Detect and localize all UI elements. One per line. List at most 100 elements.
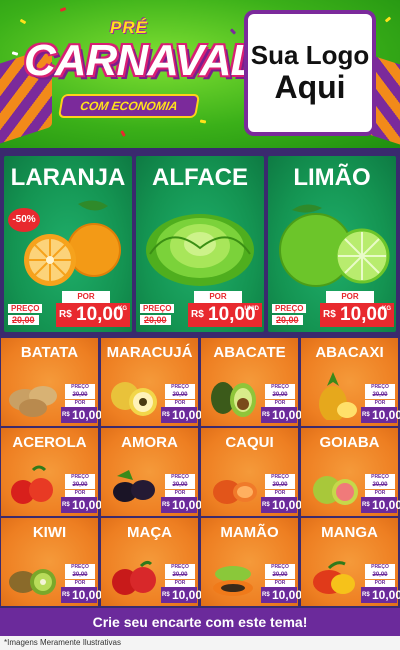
currency: R$	[162, 502, 170, 508]
currency: R$	[191, 309, 204, 320]
product-grid: BATATA PREÇO 20,00 POR R$ 10,00 MARACUJÁ PREÇO 2…	[0, 336, 400, 608]
old-price: 20,00	[165, 571, 195, 579]
product-card: MAMÃO PREÇO 20,00 POR R$ 10,00	[201, 518, 302, 606]
preco-label: PREÇO	[365, 474, 395, 481]
preco-label: PREÇO	[165, 384, 195, 391]
product-name: GOIABA	[319, 434, 380, 451]
price-value: 10,00	[72, 498, 103, 512]
product-name: ABACATE	[213, 344, 286, 361]
preco-label: PREÇO	[265, 384, 295, 391]
title-subtitle: COM ECONOMIA	[57, 94, 201, 118]
avocado-icon	[211, 382, 256, 417]
old-price: 20,00	[140, 315, 171, 325]
current-price: R$ 10,00	[261, 407, 302, 423]
currency: R$	[262, 412, 270, 418]
lettuce-icon	[146, 214, 254, 286]
old-price: 20,00	[272, 315, 303, 325]
product-name: BATATA	[20, 344, 79, 361]
price-value: 10,00	[272, 498, 303, 512]
por-label: POR	[62, 291, 110, 303]
acerola-icon	[11, 465, 53, 504]
current-price: R$ 10,00	[161, 587, 202, 603]
title-pre: PRÉ	[110, 18, 148, 37]
featured-card-alface: ALFACE POR PREÇO 20,00 R$ 10,00 UNID	[136, 156, 264, 332]
product-card: CAQUI PREÇO 20,00 POR R$ 10,00	[201, 428, 302, 516]
por-label: POR	[194, 291, 242, 303]
title-carnaval: CARNAVAL	[24, 36, 257, 85]
product-card: BATATA PREÇO 20,00 POR R$ 10,00	[1, 338, 102, 426]
logo-line2: Aqui	[274, 68, 346, 105]
current-price: R$ 10,00	[61, 497, 102, 513]
product-name: CAQUI	[225, 434, 274, 451]
product-name: ACEROLA	[12, 434, 87, 451]
potato-icon	[9, 386, 57, 417]
current-price: R$ 10,00 KG	[56, 303, 130, 327]
product-card: KIWI PREÇO 20,00 POR R$ 10,00	[1, 518, 102, 606]
current-price: R$ 10,00	[161, 407, 202, 423]
price-tag: PREÇO 20,00 POR R$ 10,00	[61, 384, 102, 424]
preco-label: PREÇO	[65, 384, 95, 391]
product-name: MAMÃO	[220, 524, 279, 541]
current-price: R$ 10,00	[161, 497, 202, 513]
currency: R$	[362, 412, 370, 418]
old-price: 20,00	[165, 481, 195, 489]
featured-card-laranja: LARANJA -50% POR PREÇO 20,00 R$ 10,00 KG	[4, 156, 132, 332]
blackberry-icon	[113, 470, 155, 502]
preco-label: PREÇO	[65, 474, 95, 481]
price-value: 10,00	[172, 498, 203, 512]
old-price: 20,00	[265, 481, 295, 489]
por-label: POR	[65, 490, 95, 497]
preco-label: PREÇO	[265, 474, 295, 481]
current-price: R$ 10,00	[261, 497, 302, 513]
price-value: 10,00	[76, 304, 124, 325]
currency: R$	[162, 412, 170, 418]
product-name: KIWI	[32, 524, 67, 541]
price-tag: PREÇO 20,00 POR R$ 10,00	[261, 564, 302, 604]
currency: R$	[323, 309, 336, 320]
carnival-title-logo: PRÉ CARNAVAL COM ECONOMIA	[22, 14, 257, 126]
price-value: 10,00	[72, 408, 103, 422]
featured-row: LARANJA -50% POR PREÇO 20,00 R$ 10,00 KG	[0, 148, 400, 336]
current-price: R$ 10,00	[261, 587, 302, 603]
price-value: 10,00	[172, 588, 203, 602]
lime-icon	[279, 204, 390, 287]
current-price: R$ 10,00	[361, 497, 400, 513]
price-tag: PREÇO 20,00 POR R$ 10,00	[361, 564, 400, 604]
discount-badge: -50%	[8, 208, 40, 232]
product-name: MANGA	[321, 524, 378, 541]
price-tag: PREÇO 20,00 POR R$ 10,00	[361, 474, 400, 514]
currency: R$	[262, 592, 270, 598]
preco-label: PREÇO	[365, 564, 395, 571]
cta-banner[interactable]: Crie seu encarte com este tema!	[0, 608, 400, 636]
por-label: POR	[165, 490, 195, 497]
passionfruit-icon	[111, 382, 157, 416]
por-label: POR	[265, 490, 295, 497]
preco-label: PREÇO	[272, 304, 307, 313]
por-label: POR	[365, 580, 395, 587]
confetti	[59, 7, 67, 12]
por-label: POR	[326, 291, 374, 303]
pineapple-icon	[319, 372, 357, 420]
price-value: 10,00	[172, 408, 203, 422]
current-price: R$ 10,00	[61, 407, 102, 423]
preco-label: PREÇO	[165, 474, 195, 481]
papaya-icon	[213, 566, 253, 596]
price-value: 10,00	[372, 498, 400, 512]
por-label: POR	[265, 400, 295, 407]
product-name: ALFACE	[152, 164, 248, 191]
price-tag: PREÇO 20,00 POR R$ 10,00	[361, 384, 400, 424]
product-name: LARANJA	[10, 164, 126, 191]
price-tag: PREÇO 20,00 POR R$ 10,00	[161, 474, 202, 514]
header-banner: PRÉ CARNAVAL COM ECONOMIA Sua Logo Aqui	[0, 0, 400, 148]
por-label: POR	[65, 580, 95, 587]
product-name: AMORA	[121, 434, 178, 451]
currency: R$	[62, 592, 70, 598]
current-price: R$ 10,00	[361, 587, 400, 603]
preco-label: PREÇO	[365, 384, 395, 391]
old-price: 20,00	[8, 315, 39, 325]
price-value: 10,00	[340, 304, 388, 325]
price-value: 10,00	[272, 588, 303, 602]
current-price: R$ 10,00	[61, 587, 102, 603]
product-card: GOIABA PREÇO 20,00 POR R$ 10,00	[301, 428, 400, 516]
price-tag: PREÇO 20,00 POR R$ 10,00	[261, 474, 302, 514]
